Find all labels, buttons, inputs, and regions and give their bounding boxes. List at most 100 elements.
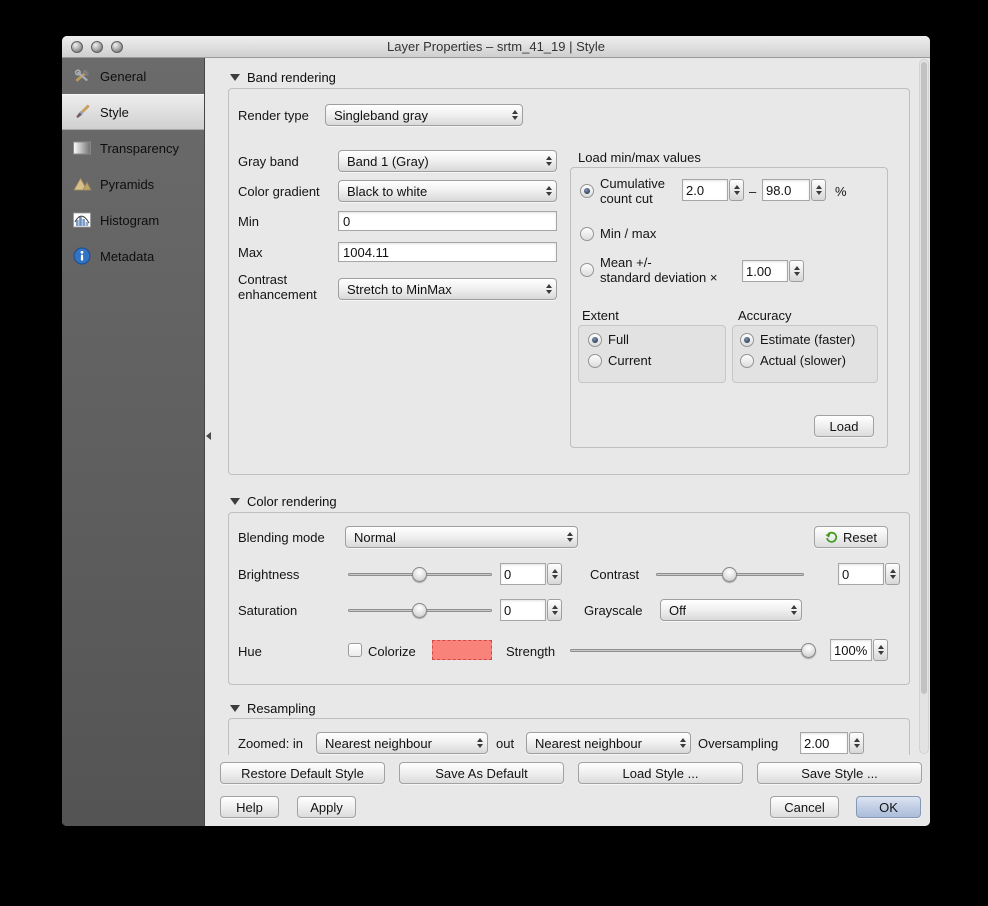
cumulative-max-spin[interactable]: [762, 179, 826, 201]
accuracy-estimate-radio[interactable]: Estimate (faster): [740, 332, 855, 347]
pyramids-icon: [72, 174, 92, 194]
stepper-icon[interactable]: [547, 563, 562, 585]
brightness-spin[interactable]: [500, 563, 562, 585]
zoomed-in-label: Zoomed: in: [238, 736, 304, 751]
saturation-slider[interactable]: [348, 603, 492, 618]
restore-default-style-button[interactable]: Restore Default Style: [220, 762, 385, 784]
brightness-label: Brightness: [238, 567, 300, 582]
popup-arrows-icon: [472, 738, 483, 748]
save-as-default-button[interactable]: Save As Default: [399, 762, 564, 784]
gray-band-select[interactable]: Band 1 (Gray): [338, 150, 557, 172]
slider-track: [570, 649, 816, 652]
sidebar-item-metadata[interactable]: Metadata: [62, 238, 204, 274]
stepper-icon[interactable]: [885, 563, 900, 585]
stddev-input[interactable]: [742, 260, 788, 282]
max-input[interactable]: [338, 242, 557, 262]
stepper-icon[interactable]: [811, 179, 826, 201]
sidebar-item-histogram[interactable]: Histogram: [62, 202, 204, 238]
style-page: Band rendering Render type Singleband gr…: [205, 58, 930, 826]
accuracy-actual-radio[interactable]: Actual (slower): [740, 353, 846, 368]
radio-icon[interactable]: [580, 263, 594, 277]
help-button[interactable]: Help: [220, 796, 279, 818]
stddev-spin[interactable]: [742, 260, 804, 282]
mean-stddev-radio[interactable]: Mean +/- standard deviation ×: [580, 255, 717, 285]
brightness-slider[interactable]: [348, 567, 492, 582]
radio-icon[interactable]: [740, 353, 754, 368]
stepper-icon[interactable]: [547, 599, 562, 621]
grayscale-label: Grayscale: [584, 603, 643, 618]
strength-spin[interactable]: [830, 639, 888, 661]
slider-thumb[interactable]: [722, 567, 737, 582]
radio-icon[interactable]: [588, 332, 602, 347]
radio-icon[interactable]: [580, 226, 594, 241]
strength-slider[interactable]: [570, 643, 816, 658]
stepper-icon[interactable]: [873, 639, 888, 661]
grayscale-select[interactable]: Off: [660, 599, 802, 621]
collapse-triangle-icon[interactable]: [230, 705, 240, 712]
brightness-input[interactable]: [500, 563, 546, 585]
min-max-radio[interactable]: Min / max: [580, 226, 656, 241]
color-gradient-select[interactable]: Black to white: [338, 180, 557, 202]
oversampling-input[interactable]: [800, 732, 848, 754]
sidebar-item-style[interactable]: Style: [62, 94, 204, 130]
slider-thumb[interactable]: [412, 603, 427, 618]
contrast-spin[interactable]: [838, 563, 900, 585]
sidebar-item-general[interactable]: General: [62, 58, 204, 94]
radio-icon[interactable]: [588, 353, 602, 368]
load-button[interactable]: Load: [814, 415, 874, 437]
oversampling-label: Oversampling: [698, 736, 779, 751]
transparency-icon: [72, 138, 92, 158]
scrollbar-thumb[interactable]: [921, 62, 927, 694]
collapse-triangle-icon[interactable]: [230, 498, 240, 505]
sidebar-item-label: Transparency: [100, 140, 179, 156]
apply-button[interactable]: Apply: [297, 796, 356, 818]
cumulative-min-spin[interactable]: [682, 179, 744, 201]
zoomed-out-select[interactable]: Nearest neighbour: [526, 732, 691, 754]
saturation-input[interactable]: [500, 599, 546, 621]
contrast-input[interactable]: [838, 563, 884, 585]
contrast-enhancement-select[interactable]: Stretch to MinMax: [338, 278, 557, 300]
colorize-color-swatch[interactable]: [432, 640, 492, 660]
zoomed-in-select[interactable]: Nearest neighbour: [316, 732, 488, 754]
band-rendering-header[interactable]: Band rendering: [230, 70, 336, 85]
save-style-button[interactable]: Save Style ...: [757, 762, 922, 784]
contrast-enhancement-value: Stretch to MinMax: [347, 281, 452, 297]
vertical-scrollbar[interactable]: [919, 59, 929, 754]
blending-mode-value: Normal: [354, 529, 396, 545]
extent-current-radio[interactable]: Current: [588, 353, 651, 368]
slider-thumb[interactable]: [801, 643, 816, 658]
load-style-button[interactable]: Load Style ...: [578, 762, 743, 784]
info-icon: [72, 246, 92, 266]
strength-input[interactable]: [830, 639, 872, 661]
resampling-header[interactable]: Resampling: [230, 701, 316, 716]
blending-mode-select[interactable]: Normal: [345, 526, 578, 548]
stepper-icon[interactable]: [729, 179, 744, 201]
radio-icon[interactable]: [580, 184, 594, 198]
saturation-spin[interactable]: [500, 599, 562, 621]
histogram-icon: [72, 210, 92, 230]
colorize-checkbox[interactable]: [348, 643, 362, 657]
titlebar[interactable]: Layer Properties – srtm_41_19 | Style: [62, 36, 930, 58]
cumulative-max-input[interactable]: [762, 179, 810, 201]
slider-thumb[interactable]: [412, 567, 427, 582]
reset-button[interactable]: Reset: [814, 526, 888, 548]
render-type-select[interactable]: Singleband gray: [325, 104, 523, 126]
ok-button[interactable]: OK: [856, 796, 921, 818]
color-rendering-header[interactable]: Color rendering: [230, 494, 337, 509]
radio-icon[interactable]: [740, 332, 754, 347]
contrast-slider[interactable]: [656, 567, 804, 582]
oversampling-spin[interactable]: [800, 732, 864, 754]
extent-full-radio[interactable]: Full: [588, 332, 629, 347]
stepper-icon[interactable]: [789, 260, 804, 282]
collapse-triangle-icon[interactable]: [230, 74, 240, 81]
extent-title: Extent: [582, 308, 619, 323]
style-scroll-area[interactable]: Band rendering Render type Singleband gr…: [205, 58, 930, 755]
cancel-button[interactable]: Cancel: [770, 796, 839, 818]
cumulative-count-cut-radio[interactable]: Cumulative count cut: [580, 176, 665, 206]
sidebar-item-transparency[interactable]: Transparency: [62, 130, 204, 166]
sidebar-item-label: Pyramids: [100, 176, 155, 192]
stepper-icon[interactable]: [849, 732, 864, 754]
sidebar-item-pyramids[interactable]: Pyramids: [62, 166, 204, 202]
min-input[interactable]: [338, 211, 557, 231]
cumulative-min-input[interactable]: [682, 179, 728, 201]
